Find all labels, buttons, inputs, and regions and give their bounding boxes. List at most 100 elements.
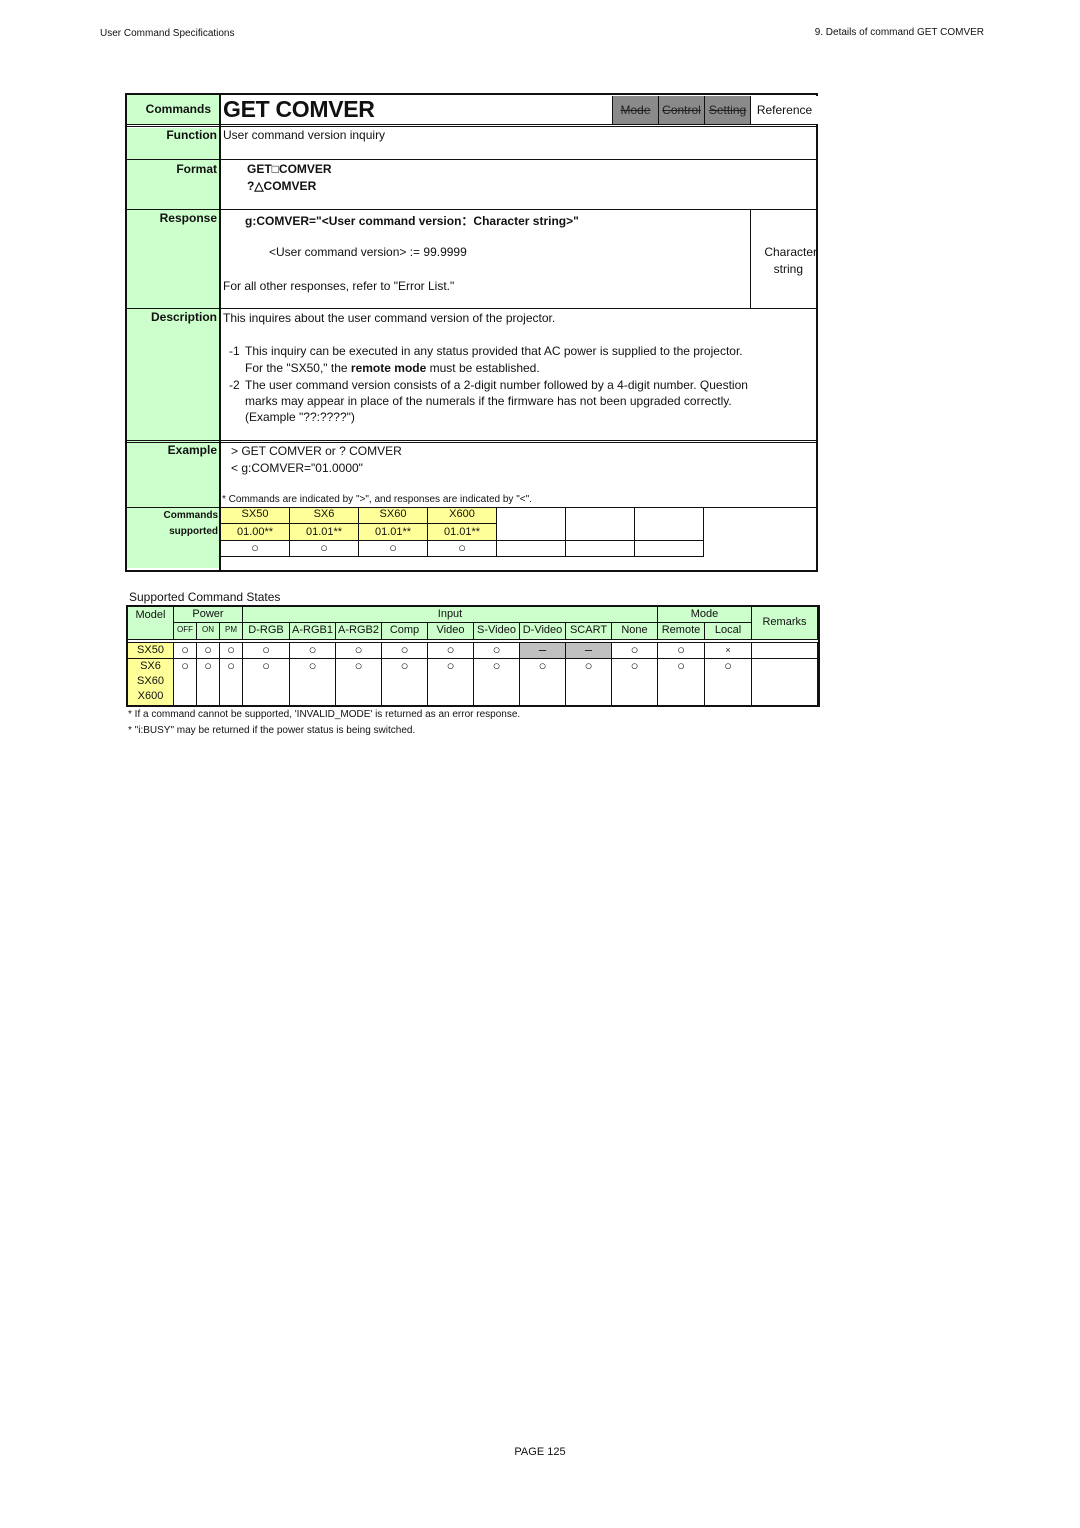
state-cell: × bbox=[705, 643, 752, 659]
description-item-2-line-3: (Example "??:????") bbox=[245, 410, 355, 424]
function-label: Function bbox=[166, 128, 217, 142]
state-cell: ○ bbox=[174, 659, 197, 705]
supported-mark: ○ bbox=[289, 540, 359, 557]
header-input-a-rgb1: A-RGB1 bbox=[290, 623, 336, 640]
header-mode: Mode bbox=[658, 607, 752, 623]
state-cell: ○ bbox=[474, 643, 520, 659]
header-input-video: Video bbox=[428, 623, 474, 640]
header-power-on: ON bbox=[197, 623, 220, 640]
description-label: Description bbox=[150, 310, 217, 324]
supported-version: 01.01** bbox=[427, 523, 497, 541]
supported-version: 01.01** bbox=[358, 523, 428, 541]
description-item-1-line-1: This inquiry can be executed in any stat… bbox=[245, 344, 743, 358]
label-column-bg bbox=[127, 128, 219, 568]
states-title: Supported Command States bbox=[129, 590, 281, 604]
example-line-2: < g:COMVER="01.0000" bbox=[231, 461, 363, 475]
header-remarks: Remarks bbox=[752, 607, 818, 640]
supported-mark: ○ bbox=[427, 540, 497, 557]
header-input-scart: SCART bbox=[566, 623, 612, 640]
row-model-group: SX6 SX60 X600 bbox=[128, 659, 174, 705]
text: For the "SX50," the bbox=[245, 361, 351, 375]
state-cell: ○ bbox=[658, 659, 705, 705]
example-line-1: > GET COMVER or ? COMVER bbox=[231, 444, 402, 458]
states-note-1: * If a command cannot be supported, 'INV… bbox=[128, 709, 521, 720]
format-line-1: GET□COMVER bbox=[247, 162, 332, 176]
response-format: g:COMVER="<User command version：Characte… bbox=[245, 214, 579, 228]
header-mode-remote: Remote bbox=[658, 623, 705, 640]
row-remarks bbox=[752, 643, 818, 659]
commands-label: Commands bbox=[127, 95, 219, 125]
description-item-1-num: -1 bbox=[229, 344, 240, 358]
remote-mode-emphasis: remote mode bbox=[350, 361, 427, 375]
description-item-1-line-2: For the "SX50," the remote mode must be … bbox=[245, 361, 540, 375]
empty-cell bbox=[634, 507, 704, 541]
state-cell: ○ bbox=[336, 659, 382, 705]
commands-supported-label-2: supported bbox=[169, 526, 218, 537]
function-text: User command version inquiry bbox=[223, 128, 386, 142]
empty-cell bbox=[565, 540, 635, 557]
header-mode-local: Local bbox=[705, 623, 752, 640]
supported-model: SX60 bbox=[358, 507, 428, 524]
page-header-left: User Command Specifications bbox=[100, 28, 235, 39]
state-cell: ○ bbox=[382, 643, 428, 659]
header-power-off: OFF bbox=[174, 623, 197, 640]
state-cell: ○ bbox=[658, 643, 705, 659]
states-note-2: * "i:BUSY" may be returned if the power … bbox=[128, 725, 416, 736]
response-type-1: Character bbox=[764, 245, 817, 259]
format-line-2: ?△COMVER bbox=[247, 179, 317, 193]
supported-states-table: Model Power Input Mode Remarks OFF ON PM… bbox=[126, 605, 820, 707]
row-model: SX6 bbox=[140, 660, 161, 672]
state-cell: ○ bbox=[520, 659, 566, 705]
state-cell: ○ bbox=[243, 659, 290, 705]
format-label: Format bbox=[176, 162, 217, 176]
description-intro: This inquires about the user command ver… bbox=[223, 311, 556, 325]
page-number: PAGE 125 bbox=[514, 1446, 566, 1458]
response-label: Response bbox=[159, 211, 217, 225]
state-cell: ○ bbox=[382, 659, 428, 705]
supported-mark: ○ bbox=[358, 540, 428, 557]
header-power: Power bbox=[174, 607, 243, 623]
command-spec-table: Commands Function Format Response Descri… bbox=[125, 93, 818, 572]
commands-supported-label-1: Commands bbox=[163, 510, 218, 521]
row-model: X600 bbox=[137, 690, 164, 702]
supported-model: X600 bbox=[427, 507, 497, 524]
header-input-d-rgb: D-RGB bbox=[243, 623, 290, 640]
state-cell: ○ bbox=[220, 643, 243, 659]
empty-cell bbox=[565, 507, 635, 541]
divider bbox=[127, 124, 816, 127]
tab-mode: Mode bbox=[612, 96, 658, 124]
tab-setting: Setting bbox=[704, 96, 750, 124]
state-cell: ○ bbox=[428, 643, 474, 659]
tab-control: Control bbox=[658, 96, 704, 124]
text: must be established. bbox=[426, 361, 540, 375]
supported-model: SX6 bbox=[289, 507, 359, 524]
header-model: Model bbox=[128, 607, 174, 640]
response-other: For all other responses, refer to "Error… bbox=[223, 279, 455, 293]
header-input-a-rgb2: A-RGB2 bbox=[336, 623, 382, 640]
empty-cell bbox=[496, 507, 566, 541]
row-remarks bbox=[752, 659, 818, 705]
state-cell: ○ bbox=[428, 659, 474, 705]
row-model: SX50 bbox=[128, 643, 174, 659]
empty-cell bbox=[496, 540, 566, 557]
state-cell: ○ bbox=[290, 643, 336, 659]
divider bbox=[127, 209, 816, 210]
page-header-right: 9. Details of command GET COMVER bbox=[814, 27, 984, 38]
tab-reference: Reference bbox=[750, 96, 818, 124]
supported-model: SX50 bbox=[220, 507, 290, 524]
divider bbox=[127, 159, 816, 160]
supported-version: 01.01** bbox=[289, 523, 359, 541]
header-input: Input bbox=[243, 607, 658, 623]
state-cell: ○ bbox=[612, 643, 658, 659]
state-cell: ○ bbox=[474, 659, 520, 705]
description-item-2-num: -2 bbox=[229, 378, 240, 392]
state-cell: – bbox=[566, 643, 612, 659]
state-cell: – bbox=[520, 643, 566, 659]
state-cell: ○ bbox=[220, 659, 243, 705]
empty-cell bbox=[634, 540, 704, 557]
header-input-none: None bbox=[612, 623, 658, 640]
header-input-d-video: D-Video bbox=[520, 623, 566, 640]
supported-mark: ○ bbox=[220, 540, 290, 557]
state-cell: ○ bbox=[290, 659, 336, 705]
supported-version: 01.00** bbox=[220, 523, 290, 541]
